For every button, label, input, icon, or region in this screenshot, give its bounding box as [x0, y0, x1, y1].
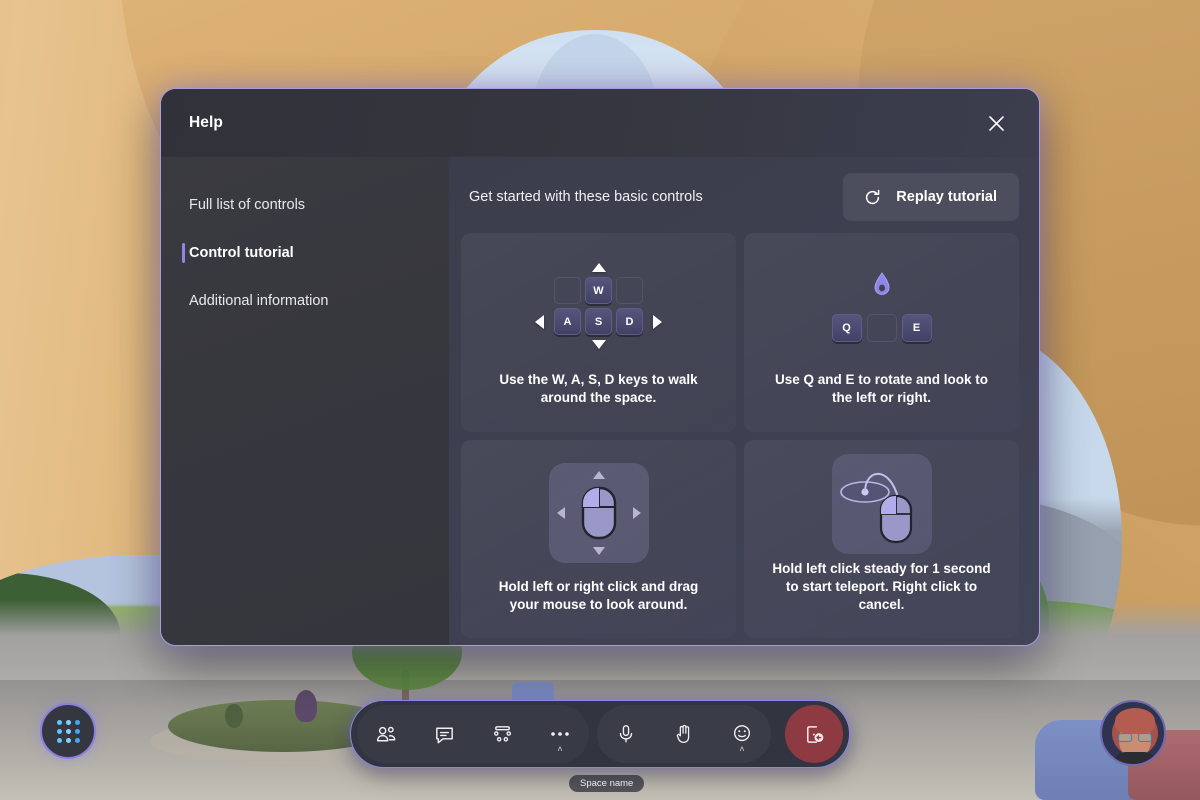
seating-button[interactable] [473, 705, 531, 763]
key-blank-left [554, 277, 581, 305]
arrow-up-icon [591, 263, 606, 273]
avatar-hair-top [1115, 708, 1155, 734]
chat-icon [435, 727, 453, 743]
app-launcher-button[interactable] [40, 703, 96, 759]
emoji-smile-icon [733, 725, 751, 742]
avatar-body [1112, 752, 1158, 764]
key-e: E [901, 314, 932, 343]
key-a: A [554, 308, 581, 336]
key-blank-middle [866, 314, 897, 343]
people-icon [376, 726, 395, 741]
sidebar-item-control-tutorial[interactable]: Control tutorial [161, 229, 449, 277]
plant-shrub-b [225, 704, 243, 728]
toolbar-group-primary: ˄ [357, 705, 589, 763]
teleport-illustration [762, 453, 1001, 554]
toolbar-group-media: ˄ [597, 705, 771, 763]
section-heading: Get started with these basic controls [469, 189, 703, 205]
dialog-header: Help [161, 89, 1039, 157]
avatar[interactable] [1100, 700, 1166, 766]
more-button[interactable]: ˄ [531, 705, 589, 763]
card-caption: Use Q and E to rotate and look to the le… [774, 372, 989, 406]
wasd-illustration: W A S D [479, 247, 718, 365]
avatar-glasses [1118, 733, 1152, 742]
rotate-droplet-icon [873, 272, 890, 296]
grid-dots-icon [56, 719, 80, 743]
microphone-icon [619, 725, 633, 743]
refresh-icon [866, 189, 880, 204]
close-icon [988, 115, 1004, 131]
tutorial-card-wasd: W A S D Use the W, A, S, D keys to walk … [461, 233, 736, 432]
space-name-label: Space name [569, 775, 645, 792]
key-s: S [585, 308, 612, 336]
main-header-row: Get started with these basic controls Re… [461, 173, 1019, 233]
arrow-right-icon [653, 314, 662, 329]
help-sidebar: Full list of controls Control tutorial A… [161, 157, 449, 645]
qe-illustration: Q E [762, 247, 1001, 365]
sidebar-item-additional-information[interactable]: Additional information [161, 277, 449, 325]
seating-icon [493, 725, 511, 742]
chevron-up-icon: ˄ [557, 744, 563, 754]
help-dialog: Help Full list of controls Control tutor… [160, 88, 1040, 646]
tutorial-card-mouse-look: Hold left or right click and drag your m… [461, 439, 736, 639]
page-title: Help [189, 114, 223, 131]
mouse-icon [581, 486, 616, 539]
teleport-arc-icon [839, 472, 912, 543]
main-toolbar: ˄ ˄ [350, 700, 850, 768]
arrow-right-icon [632, 506, 641, 519]
card-caption: Hold left click steady for 1 second to s… [772, 560, 991, 613]
chat-button[interactable] [415, 705, 473, 763]
mouse-look-illustration [479, 454, 718, 572]
raise-hand-button[interactable] [655, 705, 713, 763]
tutorial-card-teleport: Hold left click steady for 1 second to s… [744, 439, 1019, 639]
card-caption: Hold left or right click and drag your m… [498, 578, 699, 613]
sidebar-item-label: Additional information [189, 293, 329, 309]
raise-hand-icon [676, 724, 690, 743]
chevron-up-icon: ˄ [739, 744, 745, 754]
arrow-down-icon [592, 546, 605, 555]
key-d: D [616, 308, 643, 336]
sidebar-item-full-list-of-controls[interactable]: Full list of controls [161, 181, 449, 229]
dialog-body: Full list of controls Control tutorial A… [161, 157, 1039, 645]
replay-tutorial-label: Replay tutorial [896, 189, 997, 205]
arrow-left-icon [556, 506, 565, 519]
exit-door-icon [806, 725, 823, 743]
sidebar-item-label: Control tutorial [189, 245, 294, 261]
tutorial-card-qe: Q E Use Q and E to rotate and look to th… [744, 233, 1019, 432]
more-dots-icon [551, 732, 569, 736]
card-caption: Use the W, A, S, D keys to walk around t… [499, 372, 698, 406]
key-blank-right [616, 277, 643, 305]
replay-tutorial-button[interactable]: Replay tutorial [843, 173, 1019, 221]
leave-button[interactable] [785, 705, 843, 763]
reactions-button[interactable]: ˄ [713, 705, 771, 763]
close-button[interactable] [979, 106, 1013, 140]
key-q: Q [831, 314, 862, 343]
tutorial-card-grid: W A S D Use the W, A, S, D keys to walk … [461, 233, 1019, 645]
plant-shrub-a [295, 690, 317, 722]
arrow-up-icon [592, 470, 605, 479]
arrow-down-icon [591, 340, 606, 350]
people-button[interactable] [357, 705, 415, 763]
arrow-left-icon [535, 314, 544, 329]
sidebar-item-label: Full list of controls [189, 197, 306, 213]
help-main-panel: Get started with these basic controls Re… [449, 157, 1039, 645]
key-w: W [585, 277, 612, 305]
microphone-button[interactable] [597, 705, 655, 763]
